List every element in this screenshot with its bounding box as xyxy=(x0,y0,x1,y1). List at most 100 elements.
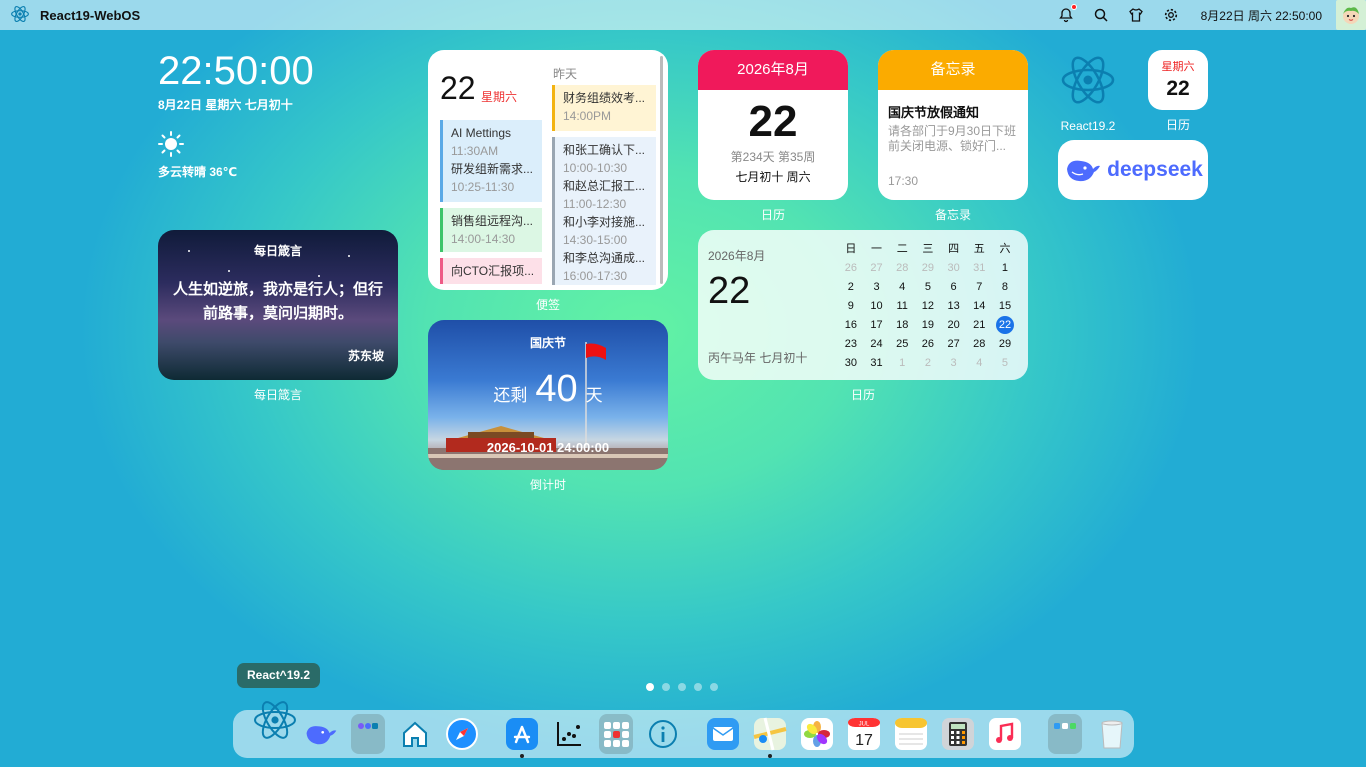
dock-mail-app[interactable] xyxy=(706,717,740,751)
calendar-day-cell[interactable]: 28 xyxy=(966,335,992,354)
dock-appstore-app[interactable] xyxy=(505,717,539,758)
dock-photos-app[interactable] xyxy=(800,717,834,751)
calendar-day-cell[interactable]: 21 xyxy=(966,316,992,335)
calendar-day-cell[interactable]: 3 xyxy=(941,354,967,373)
list-item[interactable]: 销售组远程沟... 14:00-14:30 xyxy=(440,208,542,252)
dock-info-app[interactable] xyxy=(646,717,680,751)
calendar-day-cell[interactable]: 17 xyxy=(864,316,890,335)
calendar-day-cell[interactable]: 5 xyxy=(915,278,941,297)
calendar-day-cell[interactable]: 5 xyxy=(992,354,1018,373)
calendar-day-cell[interactable]: 14 xyxy=(966,297,992,316)
calendar-day-cell[interactable]: 22 xyxy=(992,316,1018,335)
calendar-day-cell[interactable]: 4 xyxy=(889,278,915,297)
dock-notes-app[interactable] xyxy=(894,717,928,751)
dock-home-app[interactable] xyxy=(398,717,432,751)
dock-stats-app[interactable] xyxy=(552,717,586,751)
sun-icon xyxy=(158,131,184,157)
calendar-day-cell[interactable]: 1 xyxy=(889,354,915,373)
shirt-icon[interactable] xyxy=(1128,7,1144,23)
calendar-day-cell[interactable]: 8 xyxy=(992,278,1018,297)
calendar-day-cell[interactable]: 9 xyxy=(838,297,864,316)
dock-calendar-app[interactable]: JUL 17 xyxy=(847,717,881,751)
memo-scrollbar[interactable] xyxy=(660,56,663,284)
calendar-day-cell[interactable]: 29 xyxy=(992,335,1018,354)
avatar[interactable] xyxy=(1336,0,1366,30)
countdown-label: 倒计时 xyxy=(529,478,566,492)
calendar-day-cell[interactable]: 31 xyxy=(966,259,992,278)
page-dot[interactable] xyxy=(710,683,718,691)
trash-icon xyxy=(1101,720,1123,749)
gear-icon[interactable] xyxy=(1163,7,1179,23)
calendar-day-cell[interactable]: 29 xyxy=(915,259,941,278)
note-widget[interactable]: 备忘录 国庆节放假通知 请各部门于9月30日下班前关闭电源、锁好门... 17:… xyxy=(878,50,1028,200)
calendar-day-cell[interactable]: 30 xyxy=(941,259,967,278)
calendar-day-cell[interactable]: 16 xyxy=(838,316,864,335)
calendar-app-icon[interactable]: 星期六 22 日历 xyxy=(1148,50,1208,133)
calendar-day-cell[interactable]: 7 xyxy=(966,278,992,297)
calendar-day-cell[interactable]: 3 xyxy=(864,278,890,297)
react-app-icon[interactable]: React19.2 xyxy=(1056,50,1120,133)
calendar-day-cell[interactable]: 1 xyxy=(992,259,1018,278)
calendar-day-cell[interactable]: 23 xyxy=(838,335,864,354)
clock-date: 8月22日 星期六 七月初十 xyxy=(158,98,293,112)
calendar-day-cell[interactable]: 2 xyxy=(915,354,941,373)
dock-launchpad-app[interactable] xyxy=(599,714,633,754)
calendar-day-cell[interactable]: 20 xyxy=(941,316,967,335)
dock-trash-app[interactable] xyxy=(1095,717,1129,751)
calendar-day-cell[interactable]: 11 xyxy=(889,297,915,316)
calendar-day-cell[interactable]: 4 xyxy=(966,354,992,373)
calendar-day-cell[interactable]: 26 xyxy=(915,335,941,354)
calendar-day-cell[interactable]: 2 xyxy=(838,278,864,297)
calendar-week-row: 26 27 28 29 30 31 1 xyxy=(838,259,1018,278)
weekday-label: 三 xyxy=(922,243,934,255)
dock-safari-app[interactable] xyxy=(445,717,479,751)
dock-calculator-app[interactable] xyxy=(941,717,975,751)
page-dot[interactable] xyxy=(662,683,670,691)
calendar-day-cell[interactable]: 6 xyxy=(941,278,967,297)
calendar-day-cell[interactable]: 25 xyxy=(889,335,915,354)
calendar-day-cell[interactable]: 13 xyxy=(941,297,967,316)
list-item[interactable]: AI Mettings 11:30AM 研发组新需求... 10:25-11:3… xyxy=(440,120,542,202)
list-item[interactable]: 和张工确认下... 10:00-10:30 和赵总汇报工... 11:00-12… xyxy=(552,137,656,285)
countdown-widget[interactable]: 国庆节 还剩 40 天 2026-10-01 24:00:00 xyxy=(428,320,668,470)
list-item[interactable]: 财务组绩效考... 14:00PM xyxy=(552,85,656,131)
dock-tooltip: React^19.2 xyxy=(237,663,321,688)
notification-dot xyxy=(1070,4,1077,10)
month-calendar-widget[interactable]: 2026年8月 22 丙午马年 七月初十 日一二三四五六 26 27 28 29 30 31… xyxy=(698,230,1028,380)
calendar-day-cell[interactable]: 28 xyxy=(889,259,915,278)
search-icon[interactable] xyxy=(1093,7,1109,23)
memo-widget[interactable]: 22 星期六 昨天 AI Mettings 11:30AM 研发组新需求... … xyxy=(428,50,668,290)
deepseek-widget[interactable]: deepseek xyxy=(1058,140,1208,200)
calendar-day-cell[interactable]: 24 xyxy=(864,335,890,354)
dock-react-app[interactable] xyxy=(251,694,299,746)
dock-folder2-app[interactable] xyxy=(1048,714,1082,754)
page-dot[interactable] xyxy=(646,683,654,691)
month-calendar-label: 日历 xyxy=(850,388,875,402)
daily-quote-widget[interactable]: 每日箴言 人生如逆旅，我亦是行人；但行前路事，莫问归期时。 苏东坡 xyxy=(158,230,398,380)
page-dot[interactable] xyxy=(694,683,702,691)
calendar-day-cell[interactable]: 26 xyxy=(838,259,864,278)
brand[interactable]: React19-WebOS xyxy=(10,4,140,27)
calendar-day-cell[interactable]: 27 xyxy=(864,259,890,278)
dock-maps-app[interactable] xyxy=(753,717,787,758)
dock-folder-app[interactable] xyxy=(351,714,385,754)
calendar-day-cell[interactable]: 19 xyxy=(915,316,941,335)
bell-icon[interactable] xyxy=(1058,4,1077,23)
calendar-day-cell[interactable]: 27 xyxy=(941,335,967,354)
calendar-day-cell[interactable]: 31 xyxy=(864,354,890,373)
calendar-day-cell[interactable]: 30 xyxy=(838,354,864,373)
page-dot[interactable] xyxy=(678,683,686,691)
map-icon xyxy=(753,717,787,751)
calendar-week-row: 9 10 11 12 13 14 15 xyxy=(838,297,1018,316)
dock-music-app[interactable] xyxy=(988,717,1022,751)
running-indicator xyxy=(768,754,772,758)
month-calendar-day: 22 xyxy=(708,270,751,312)
calendar-day-cell[interactable]: 18 xyxy=(889,316,915,335)
list-item[interactable]: 向CTO汇报项... xyxy=(440,258,542,284)
calendar-day-cell[interactable]: 12 xyxy=(915,297,941,316)
calendar-widget[interactable]: 2026年8月 22 第234天 第35周 七月初十 周六 xyxy=(698,50,848,200)
dock-deepseek-app[interactable] xyxy=(304,717,338,751)
topbar-datetime[interactable]: 8月22日 周六 22:50:00 xyxy=(1201,7,1322,24)
calendar-day-cell[interactable]: 15 xyxy=(992,297,1018,316)
calendar-day-cell[interactable]: 10 xyxy=(864,297,890,316)
